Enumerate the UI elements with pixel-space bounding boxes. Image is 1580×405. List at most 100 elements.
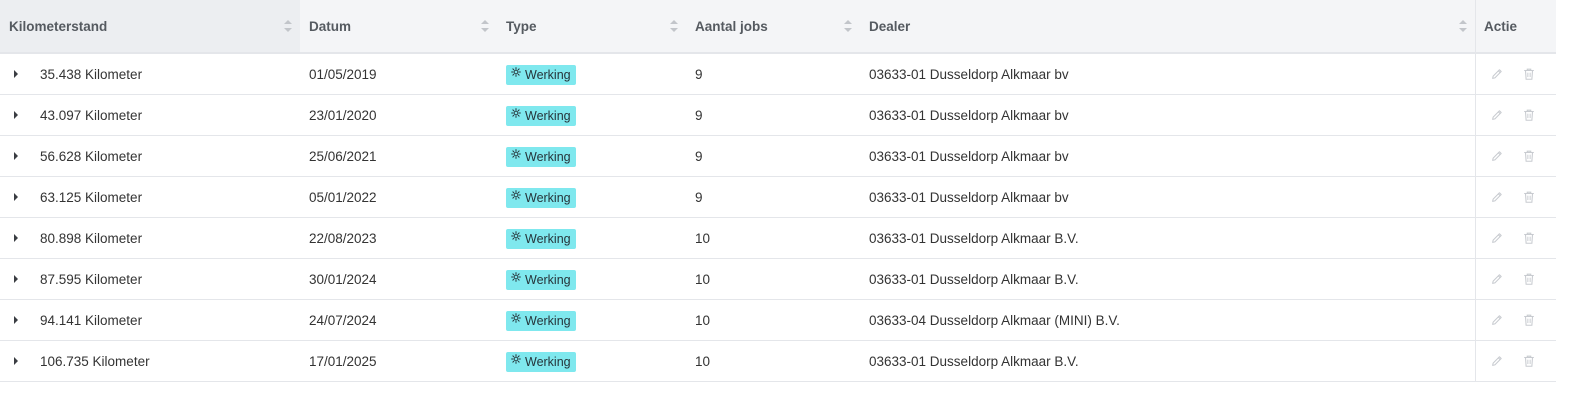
table-row[interactable]: 80.898 Kilometer 22/08/2023 Werking 10 03633… [0, 217, 1556, 258]
column-header-kilometerstand[interactable]: Kilometerstand [0, 0, 300, 52]
datum-cell: 01/05/2019 [309, 66, 377, 82]
caret-right-icon[interactable] [14, 152, 18, 160]
caret-right-icon[interactable] [14, 357, 18, 365]
actie-cell [1475, 54, 1556, 94]
type-badge-label: Werking [525, 149, 571, 164]
table-row[interactable]: 63.125 Kilometer 05/01/2022 Werking 9 03633-… [0, 176, 1556, 217]
aantal-jobs-cell: 10 [695, 230, 711, 246]
actie-cell [1475, 218, 1556, 258]
column-header-label: Type [506, 18, 537, 34]
type-cell: Werking [497, 228, 686, 249]
type-badge-label: Werking [525, 354, 571, 369]
trash-icon[interactable] [1522, 272, 1536, 286]
pencil-icon[interactable] [1490, 231, 1504, 245]
trash-icon[interactable] [1522, 354, 1536, 368]
actie-cell [1475, 259, 1556, 299]
column-header-aantal-jobs[interactable]: Aantal jobs [686, 0, 860, 52]
caret-right-icon[interactable] [14, 70, 18, 78]
sort-icon[interactable] [284, 20, 292, 32]
trash-icon[interactable] [1522, 108, 1536, 122]
column-header-type[interactable]: Type [497, 0, 686, 52]
sort-icon[interactable] [1459, 20, 1467, 32]
dealer-cell: 03633-01 Dusseldorp Alkmaar bv [869, 189, 1069, 205]
dealer-cell: 03633-01 Dusseldorp Alkmaar B.V. [869, 271, 1079, 287]
type-badge-label: Werking [525, 108, 571, 123]
trash-icon[interactable] [1522, 231, 1536, 245]
trash-icon[interactable] [1522, 67, 1536, 81]
type-badge-label: Werking [525, 190, 571, 205]
dealer-cell: 03633-01 Dusseldorp Alkmaar bv [869, 148, 1069, 164]
type-cell: Werking [497, 351, 686, 372]
gear-icon [511, 272, 521, 282]
table-row[interactable]: 43.097 Kilometer 23/01/2020 Werking 9 03633-… [0, 94, 1556, 135]
pencil-icon[interactable] [1490, 149, 1504, 163]
type-cell: Werking [497, 269, 686, 290]
gear-icon [511, 108, 521, 118]
actie-cell [1475, 177, 1556, 217]
trash-icon[interactable] [1522, 190, 1536, 204]
sort-icon[interactable] [844, 20, 852, 32]
pencil-icon[interactable] [1490, 190, 1504, 204]
aantal-jobs-cell: 10 [695, 312, 711, 328]
caret-right-icon[interactable] [14, 275, 18, 283]
pencil-icon[interactable] [1490, 67, 1504, 81]
type-badge-label: Werking [525, 67, 571, 82]
trash-icon[interactable] [1522, 313, 1536, 327]
column-header-label: Kilometerstand [9, 18, 108, 34]
aantal-jobs-cell: 10 [695, 271, 711, 287]
type-badge-label: Werking [525, 272, 571, 287]
type-badge: Werking [506, 64, 576, 85]
kilometerstand-value: 43.097 Kilometer [40, 107, 143, 123]
sort-icon[interactable] [481, 20, 489, 32]
datum-cell: 24/07/2024 [309, 312, 377, 328]
aantal-jobs-cell: 10 [695, 353, 711, 369]
type-cell: Werking [497, 310, 686, 331]
datum-cell: 17/01/2025 [309, 353, 377, 369]
column-header-actie: Actie [1475, 0, 1556, 52]
kilometerstand-cell: 87.595 Kilometer [0, 272, 300, 287]
service-history-table: Kilometerstand Datum Type Aantal jobs De… [0, 0, 1556, 382]
type-badge: Werking [506, 351, 576, 372]
kilometerstand-cell: 35.438 Kilometer [0, 67, 300, 82]
table-row[interactable]: 106.735 Kilometer 17/01/2025 Werking 10 0363… [0, 340, 1556, 381]
kilometerstand-value: 87.595 Kilometer [40, 271, 143, 287]
type-cell: Werking [497, 146, 686, 167]
type-badge: Werking [506, 146, 576, 167]
type-badge: Werking [506, 105, 576, 126]
sort-icon[interactable] [670, 20, 678, 32]
caret-right-icon[interactable] [14, 111, 18, 119]
pencil-icon[interactable] [1490, 108, 1504, 122]
dealer-cell: 03633-01 Dusseldorp Alkmaar bv [869, 107, 1069, 123]
gear-icon [511, 190, 521, 200]
gear-icon [511, 354, 521, 364]
type-badge: Werking [506, 310, 576, 331]
kilometerstand-value: 106.735 Kilometer [40, 353, 150, 369]
gear-icon [511, 313, 521, 323]
column-header-dealer[interactable]: Dealer [860, 0, 1475, 52]
table-row[interactable]: 87.595 Kilometer 30/01/2024 Werking 10 03633… [0, 258, 1556, 299]
aantal-jobs-cell: 9 [695, 189, 703, 205]
column-header-label: Aantal jobs [695, 18, 768, 34]
kilometerstand-cell: 80.898 Kilometer [0, 231, 300, 246]
caret-right-icon[interactable] [14, 193, 18, 201]
caret-right-icon[interactable] [14, 316, 18, 324]
kilometerstand-cell: 56.628 Kilometer [0, 149, 300, 164]
caret-right-icon[interactable] [14, 234, 18, 242]
gear-icon [511, 149, 521, 159]
table-row[interactable]: 56.628 Kilometer 25/06/2021 Werking 9 03633-… [0, 135, 1556, 176]
actie-cell [1475, 136, 1556, 176]
type-cell: Werking [497, 105, 686, 126]
aantal-jobs-cell: 9 [695, 107, 703, 123]
pencil-icon[interactable] [1490, 313, 1504, 327]
datum-cell: 22/08/2023 [309, 230, 377, 246]
type-badge: Werking [506, 228, 576, 249]
type-badge-label: Werking [525, 231, 571, 246]
trash-icon[interactable] [1522, 149, 1536, 163]
pencil-icon[interactable] [1490, 272, 1504, 286]
datum-cell: 25/06/2021 [309, 148, 377, 164]
pencil-icon[interactable] [1490, 354, 1504, 368]
column-header-datum[interactable]: Datum [300, 0, 497, 52]
table-row[interactable]: 94.141 Kilometer 24/07/2024 Werking 10 03633… [0, 299, 1556, 340]
aantal-jobs-cell: 9 [695, 148, 703, 164]
table-row[interactable]: 35.438 Kilometer 01/05/2019 Werking 9 03633-… [0, 53, 1556, 94]
